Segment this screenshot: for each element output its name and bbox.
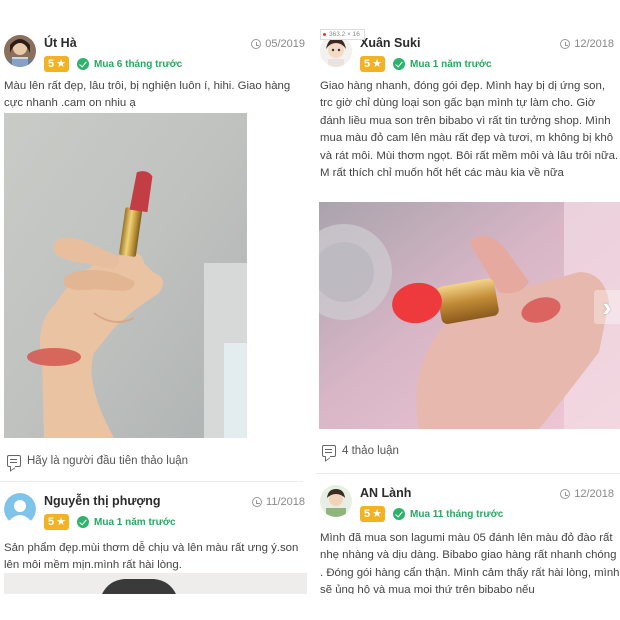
review-meta: 5 ★ Mua 1 năm trước	[44, 514, 176, 530]
review-photo[interactable]	[4, 113, 247, 438]
review-meta: 5 ★ Mua 1 năm trước	[360, 56, 492, 72]
clock-icon	[252, 497, 263, 507]
review-header: AN Lành 12/2018 5 ★ Mua 11 tháng trước	[316, 482, 620, 530]
check-icon	[77, 58, 89, 70]
review-card: Út Hà 05/2019 5 ★ Mua 6 tháng trước Màu …	[0, 32, 311, 482]
star-icon: ★	[56, 515, 66, 528]
reviewer-name[interactable]: Xuân Suki	[360, 36, 420, 50]
chat-icon	[7, 455, 21, 467]
review-card: AN Lành 12/2018 5 ★ Mua 11 tháng trước M…	[316, 482, 620, 594]
review-date-text: 11/2018	[266, 496, 305, 508]
dimension-tooltip: 363.2 × 16	[320, 29, 365, 40]
review-meta: 5 ★ Mua 11 tháng trước	[360, 506, 503, 522]
rating-value: 5	[364, 58, 371, 70]
reviewer-name[interactable]: Út Hà	[44, 36, 77, 50]
purchase-time: Mua 6 tháng trước	[94, 58, 183, 70]
rating-value: 5	[48, 516, 55, 528]
avatar[interactable]	[320, 485, 352, 517]
discussion-link[interactable]: Hãy là người đầu tiên thảo luận	[7, 455, 188, 467]
purchase-time: Mua 11 tháng trước	[410, 508, 504, 520]
purchase-time: Mua 1 năm trước	[410, 58, 492, 70]
review-date-text: 05/2019	[265, 38, 305, 50]
review-text: Sản phẩm đẹp.mùi thơm dễ chịu và lên màu…	[4, 542, 299, 572]
chat-icon	[322, 445, 336, 457]
review-date-text: 12/2018	[574, 38, 614, 50]
reviewer-name[interactable]: AN Lành	[360, 486, 411, 500]
review-date-text: 12/2018	[574, 488, 614, 500]
check-icon	[77, 516, 89, 528]
review-meta: 5 ★ Mua 6 tháng trước	[44, 56, 182, 72]
divider	[0, 481, 303, 482]
review-header: Nguyễn thị phượng 11/2018 5 ★ Mua 1 năm …	[0, 490, 311, 538]
rating-badge: 5 ★	[44, 514, 69, 530]
chevron-right-icon: ›	[602, 292, 612, 322]
review-header: Út Hà 05/2019 5 ★ Mua 6 tháng trước	[0, 32, 311, 80]
review-photo[interactable]	[319, 202, 620, 429]
review-photo[interactable]	[4, 573, 307, 594]
star-icon: ★	[372, 507, 382, 520]
review-text: Mình đã mua son lagumi màu 05 đánh lên m…	[320, 532, 620, 594]
review-date: 05/2019	[251, 38, 305, 50]
avatar[interactable]	[4, 493, 36, 525]
clock-icon	[251, 39, 262, 49]
star-icon: ★	[56, 57, 66, 70]
divider	[316, 473, 620, 474]
reviewer-name[interactable]: Nguyễn thị phượng	[44, 494, 161, 508]
purchase-time: Mua 1 năm trước	[94, 516, 176, 528]
rating-badge: 5 ★	[360, 506, 385, 522]
review-card: Nguyễn thị phượng 11/2018 5 ★ Mua 1 năm …	[0, 490, 311, 594]
discussion-link[interactable]: 4 thảo luận	[322, 445, 399, 457]
review-date: 11/2018	[252, 496, 305, 508]
star-icon: ★	[372, 57, 382, 70]
review-text: Màu lên rất đẹp, lâu trôi, bị nghiện luô…	[4, 80, 291, 110]
avatar[interactable]	[4, 35, 36, 67]
review-date: 12/2018	[560, 38, 614, 50]
check-icon	[393, 508, 405, 520]
review-text: Giao hàng nhanh, đóng gói đẹp. Mình hay …	[320, 80, 619, 180]
rating-value: 5	[364, 508, 371, 520]
discussion-text: Hãy là người đầu tiên thảo luận	[27, 455, 189, 467]
clock-icon	[560, 489, 571, 499]
discussion-text: 4 thảo luận	[342, 445, 399, 457]
rating-value: 5	[48, 58, 55, 70]
check-icon	[393, 58, 405, 70]
reviews-grid: Út Hà 05/2019 5 ★ Mua 6 tháng trước Màu …	[0, 0, 620, 594]
clock-icon	[560, 39, 571, 49]
review-date: 12/2018	[560, 488, 614, 500]
next-photo-button[interactable]: ›	[594, 290, 620, 324]
rating-badge: 5 ★	[44, 56, 69, 72]
rating-badge: 5 ★	[360, 56, 385, 72]
